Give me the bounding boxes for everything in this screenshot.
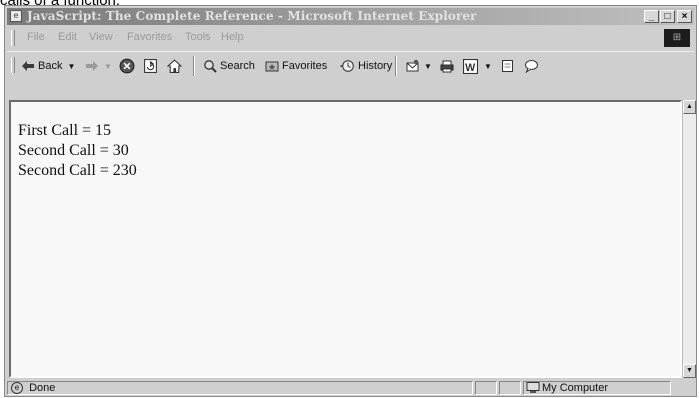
output-line-first-call: First Call = 15	[18, 122, 112, 139]
menu-file[interactable]: File	[27, 31, 45, 43]
stop-icon	[119, 58, 135, 74]
resize-grip-icon[interactable]	[673, 381, 693, 395]
page-content: First Call = 15 Second Call = 30 Second …	[9, 100, 682, 378]
scroll-up-icon[interactable]: ▲	[683, 100, 696, 114]
discuss-icon	[502, 60, 513, 72]
output-line-second-call-2: Second Call = 230	[18, 162, 137, 179]
maximize-button[interactable]: □	[660, 10, 675, 23]
mail-icon	[406, 59, 419, 72]
scroll-down-icon[interactable]: ▼	[683, 364, 696, 378]
status-panel	[499, 381, 521, 395]
favorites-folder-icon	[265, 61, 279, 72]
menu-edit[interactable]: Edit	[58, 31, 77, 43]
mail-dropdown-icon[interactable]: ▼	[424, 62, 432, 71]
menu-view[interactable]: View	[89, 31, 113, 43]
forward-dropdown-icon[interactable]: ▼	[104, 62, 112, 71]
minimize-button[interactable]: _	[644, 10, 659, 23]
output-line-second-call: Second Call = 30	[18, 142, 129, 159]
search-label: Search	[220, 60, 255, 72]
favorites-label: Favorites	[282, 60, 328, 72]
standard-toolbar: Back ▼ ▼ Search Favorites History ▼ W ▼	[7, 51, 694, 79]
word-edit-icon: W	[463, 58, 478, 74]
back-arrow-icon	[22, 61, 34, 71]
forward-arrow-icon	[86, 61, 98, 71]
print-icon	[440, 60, 454, 73]
back-dropdown-icon[interactable]: ▼	[67, 62, 75, 71]
menu-bar: File Edit View Favorites Tools Help ⊞	[7, 27, 694, 49]
history-button[interactable]: History	[339, 57, 392, 75]
favorites-button[interactable]: Favorites	[265, 57, 327, 75]
mail-button[interactable]: ▼	[405, 57, 432, 75]
stop-button[interactable]	[119, 57, 138, 75]
print-button[interactable]	[439, 57, 458, 75]
discuss-button[interactable]	[501, 57, 518, 75]
menu-tools[interactable]: Tools	[185, 31, 211, 43]
refresh-button[interactable]	[143, 57, 161, 75]
messenger-button[interactable]	[523, 57, 542, 75]
home-icon	[167, 59, 182, 73]
menu-favorites[interactable]: Favorites	[127, 31, 172, 43]
svg-text:W: W	[465, 61, 476, 73]
status-text: Done	[29, 382, 56, 394]
my-computer-icon	[526, 382, 540, 393]
status-panel	[475, 381, 497, 395]
browser-window: e JavaScript: The Complete Reference - M…	[4, 5, 697, 397]
title-bar[interactable]: e JavaScript: The Complete Reference - M…	[7, 8, 694, 25]
ie-page-icon: e	[10, 10, 22, 22]
status-bar: e Done My Computer	[7, 380, 694, 396]
search-button[interactable]: Search	[203, 57, 255, 75]
forward-button[interactable]: ▼	[85, 57, 112, 75]
status-message-panel: e Done	[7, 381, 473, 395]
close-button[interactable]: ×	[677, 10, 692, 23]
history-label: History	[358, 60, 393, 72]
toolbar-separator	[193, 56, 195, 76]
history-icon	[340, 60, 354, 72]
back-button[interactable]: Back ▼	[21, 57, 75, 75]
toolbar-grip[interactable]	[11, 57, 15, 73]
search-icon	[204, 60, 217, 73]
home-button[interactable]	[167, 57, 185, 75]
back-label: Back	[38, 60, 63, 72]
windows-logo-icon: ⊞	[664, 29, 690, 47]
menu-help[interactable]: Help	[221, 31, 244, 43]
security-zone-text: My Computer	[542, 382, 609, 394]
messenger-icon	[525, 60, 538, 73]
edit-dropdown-icon[interactable]: ▼	[484, 62, 492, 71]
ie-page-status-icon: e	[11, 382, 23, 395]
refresh-icon	[144, 59, 157, 73]
window-title: JavaScript: The Complete Reference - Mic…	[27, 9, 477, 23]
security-zone-panel: My Computer	[523, 381, 671, 395]
edit-word-button[interactable]: W ▼	[463, 57, 492, 75]
toolbar-separator	[395, 56, 397, 76]
menu-grip[interactable]	[11, 30, 15, 46]
vertical-scrollbar[interactable]: ▲ ▼	[682, 100, 696, 378]
